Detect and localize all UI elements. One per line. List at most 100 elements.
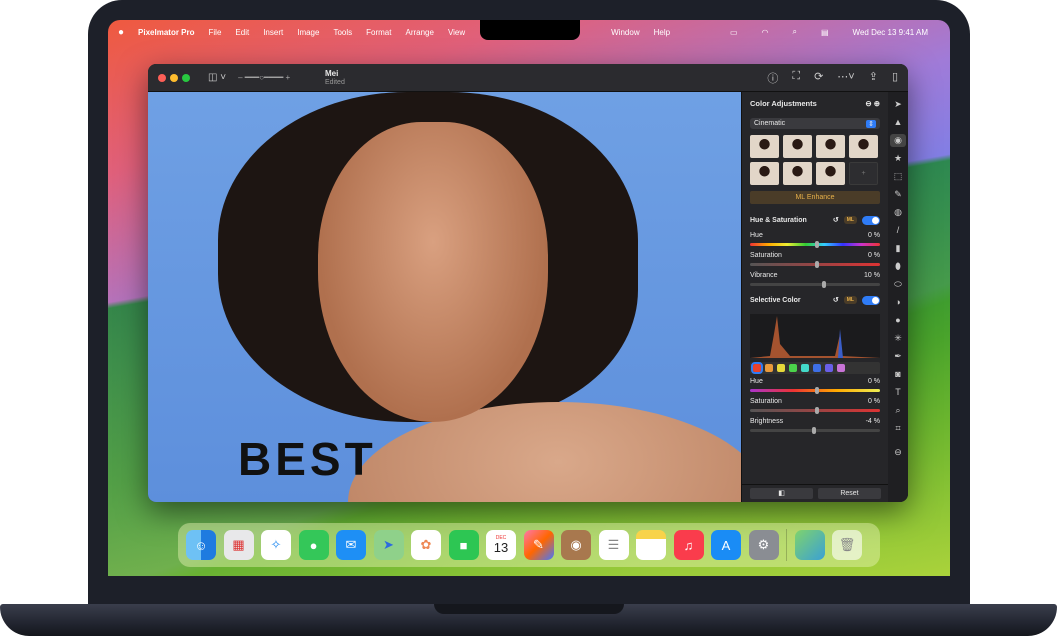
selective-color-toggle[interactable] [862,295,880,305]
color-swatch[interactable] [777,364,785,372]
maps-icon[interactable]: ➤ [373,530,404,560]
color-swatch[interactable] [801,364,809,372]
slider-value[interactable]: 0 % [868,232,880,239]
retouch-tool-icon[interactable]: ⬮ [895,260,901,273]
menu-tools[interactable]: Tools [333,28,352,37]
quick-select-icon[interactable]: ✎ [894,188,902,201]
compare-button[interactable]: ◧ [750,488,813,499]
wifi-icon[interactable]: ◠ [762,28,769,37]
color-swatch[interactable] [751,362,763,374]
hue-saturation-toggle[interactable] [862,215,880,225]
apple-icon[interactable]: ● [118,27,124,38]
slider-track[interactable] [750,281,880,288]
menu-file[interactable]: File [209,28,222,37]
slider-track[interactable] [750,407,880,414]
blur-tool-icon[interactable]: ● [895,314,900,327]
menu-insert[interactable]: Insert [263,28,283,37]
slider-knob[interactable] [815,407,819,414]
menu-edit[interactable]: Edit [235,28,249,37]
color-swatch[interactable] [789,364,797,372]
slider-track[interactable] [750,241,880,248]
preset-select[interactable]: Cinematic ⇕ [750,118,880,129]
trash-icon[interactable]: 🗑 [832,530,862,560]
slider-value[interactable]: 0 % [868,398,880,405]
downloads-stack-icon[interactable] [794,530,825,560]
type-tool-icon[interactable]: T [895,386,901,399]
preset-thumb[interactable] [849,135,878,158]
menu-window[interactable]: Window [611,28,639,37]
minimize-button[interactable] [170,73,178,82]
control-center-icon[interactable]: ▤ [821,28,829,37]
paint-tool-icon[interactable]: / [897,224,900,237]
music-icon[interactable]: ♫ [673,530,704,560]
preset-thumb[interactable] [750,135,779,158]
ml-subject-icon[interactable]: ⛶ [792,70,800,86]
info-icon[interactable]: ⓘ [767,70,778,86]
slider-value[interactable]: 0 % [868,378,880,385]
menu-format[interactable]: Format [366,28,391,37]
reset-button[interactable]: Reset [818,488,881,499]
pen-tool-icon[interactable]: ✒ [894,350,902,363]
launchpad-icon[interactable]: ▦ [223,530,254,560]
facetime-icon[interactable]: ■ [448,530,479,560]
add-preset-button[interactable]: + [849,162,878,185]
ml-badge[interactable]: ML [843,296,857,304]
preset-thumb[interactable] [816,135,845,158]
slider-knob[interactable] [821,281,826,288]
bandage-tool-icon[interactable]: ⬭ [894,278,902,291]
preset-thumb[interactable] [750,162,779,185]
slider-track[interactable] [750,261,880,268]
ml-badge[interactable]: ML [843,216,857,224]
more-icon[interactable]: ⋯˅ [837,70,854,86]
photos-icon[interactable]: ✿ [411,530,441,560]
erase-tool-icon[interactable]: ▮ [896,242,901,255]
slider-knob[interactable] [815,261,819,268]
slider-knob[interactable] [812,427,817,434]
slider-track[interactable] [750,387,880,394]
contacts-icon[interactable]: ◉ [561,530,591,560]
finder-icon[interactable]: ☺ [186,530,216,560]
clone-tool-icon[interactable]: ◑ [895,296,900,309]
shapes-tool-icon[interactable]: ◙ [895,368,900,381]
zoom-tool-icon[interactable]: ⌕ [895,404,900,417]
menu-arrange[interactable]: Arrange [405,28,433,37]
safari-icon[interactable]: ✧ [261,530,291,560]
menu-image[interactable]: Image [297,28,319,37]
app-store-icon[interactable]: A [711,530,741,560]
sidebar-right-icon[interactable]: ▯ [892,70,898,86]
select-tool-icon[interactable]: ⬚ [894,170,903,183]
style-tool-icon[interactable]: ▲ [894,116,903,129]
calendar-icon[interactable]: DEC 13 [486,530,516,560]
slider-knob[interactable] [815,241,819,248]
menu-clock[interactable]: Wed Dec 13 9:41 AM [853,28,928,37]
slider-value[interactable]: 10 % [864,272,880,279]
system-settings-icon[interactable]: ⚙ [748,530,779,560]
color-swatch[interactable] [837,364,845,372]
notes-icon[interactable] [636,530,666,560]
ml-enhance-button[interactable]: ML Enhance [750,191,880,204]
share-icon[interactable]: ⇪ [869,70,878,86]
arrange-tool-icon[interactable]: ➤ [894,98,902,111]
messages-icon[interactable]: ● [298,530,329,560]
preset-thumb[interactable] [783,162,812,185]
preset-thumb[interactable] [816,162,845,185]
menu-help[interactable]: Help [654,28,670,37]
search-icon[interactable]: ⌕ [793,27,797,37]
slider-knob[interactable] [815,387,819,394]
zoom-slider[interactable]: – ━━━○━━━━ + [238,73,290,82]
image-canvas[interactable]: BEST [148,92,741,502]
color-swatch[interactable] [825,364,833,372]
battery-icon[interactable]: ▭ [730,28,738,37]
close-button[interactable] [158,73,166,82]
crop-tool-icon[interactable]: ⌗ [895,422,900,435]
preset-thumb[interactable] [783,135,812,158]
zoom-button[interactable] [182,73,190,82]
sidebar-toggle-icon[interactable]: ◫ ˅ [208,72,226,83]
pixelmator-icon[interactable]: ✎ [523,530,554,560]
color-swatch[interactable] [765,364,773,372]
menu-view[interactable]: View [448,28,465,37]
distort-tool-icon[interactable]: ✳ [894,332,902,345]
color-swatch[interactable] [813,364,821,372]
reset-icon[interactable]: ↺ [833,296,839,304]
slider-value[interactable]: -4 % [866,418,880,425]
